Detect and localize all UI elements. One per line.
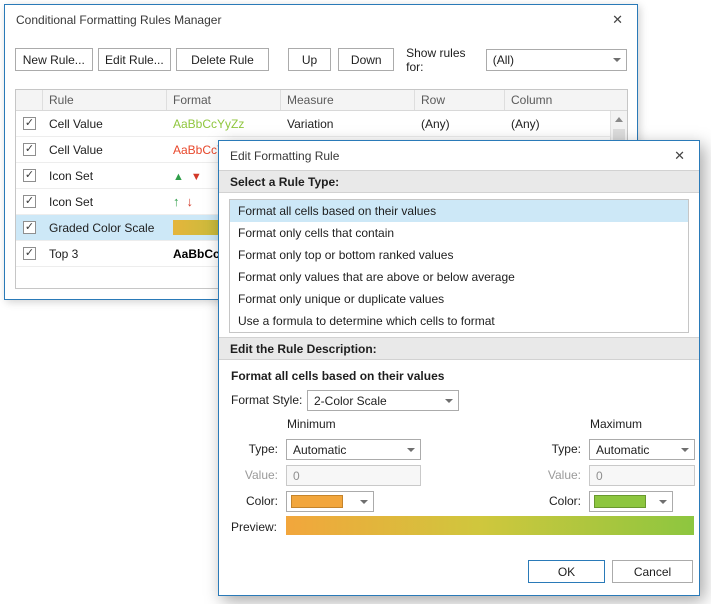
rule-name-cell: Graded Color Scale — [49, 220, 155, 235]
maximum-type-value: Automatic — [596, 442, 650, 457]
dropdown-arrow-icon — [360, 499, 368, 504]
edit-titlebar: Edit Formatting Rule ✕ — [219, 141, 699, 170]
edit-close-icon[interactable]: ✕ — [669, 147, 690, 165]
minimum-header: Minimum — [287, 417, 336, 431]
maximum-color-label: Color: — [548, 494, 581, 508]
rule-name-cell: Cell Value — [49, 142, 103, 157]
table-row[interactable]: ✓ Cell Value AaBbCcYyZz Variation (Any) … — [16, 111, 610, 137]
rule-enabled-checkbox[interactable]: ✓ — [23, 117, 36, 130]
rule-name-cell: Cell Value — [49, 116, 103, 131]
rule-name-cell: Top 3 — [49, 246, 79, 261]
maximum-color-swatch — [594, 495, 646, 508]
preview-gradient-bar — [286, 516, 694, 535]
rule-type-item[interactable]: Format only unique or duplicate values — [230, 288, 688, 310]
rule-description-section-header: Edit the Rule Description: — [219, 337, 699, 360]
manager-titlebar: Conditional Formatting Rules Manager ✕ — [5, 5, 637, 34]
minimum-value-label: Value: — [244, 468, 278, 482]
column-header-column[interactable]: Column — [505, 90, 627, 110]
move-down-button[interactable]: Down — [338, 48, 395, 71]
minimum-type-value: Automatic — [293, 442, 347, 457]
arrow-up-icon: ↑ — [173, 194, 180, 209]
checkmark-icon: ✓ — [24, 169, 35, 181]
format-style-dropdown[interactable]: 2-Color Scale — [307, 390, 459, 411]
move-up-button[interactable]: Up — [287, 48, 332, 71]
minimum-type-label: Type: — [248, 442, 278, 456]
format-preview-cell: AaBbCcYyZz — [173, 116, 245, 131]
rule-enabled-checkbox[interactable]: ✓ — [23, 247, 36, 260]
ok-button[interactable]: OK — [528, 560, 605, 583]
scroll-up-button[interactable] — [611, 111, 627, 128]
minimum-value-input: 0 — [286, 465, 421, 486]
preview-label: Preview: — [231, 520, 278, 534]
show-rules-for-value: (All) — [492, 52, 515, 67]
dropdown-arrow-icon — [445, 398, 453, 403]
rule-type-item[interactable]: Format only values that are above or bel… — [230, 266, 688, 288]
checkmark-icon: ✓ — [24, 221, 35, 233]
rule-name-cell: Icon Set — [49, 168, 94, 183]
column-header-format[interactable]: Format — [167, 90, 281, 110]
column-cell: (Any) — [511, 116, 540, 131]
arrow-down-icon: ↓ — [186, 194, 194, 209]
screen: Conditional Formatting Rules Manager ✕ N… — [0, 0, 711, 604]
minimum-type-dropdown[interactable]: Automatic — [286, 439, 421, 460]
maximum-type-dropdown[interactable]: Automatic — [589, 439, 695, 460]
triangle-down-icon: ▼ — [190, 170, 202, 183]
edit-formatting-rule-dialog: Edit Formatting Rule ✕ Select a Rule Typ… — [218, 140, 700, 596]
checkmark-icon: ✓ — [24, 143, 35, 155]
triangle-up-icon: ▲ — [173, 170, 184, 183]
cancel-button[interactable]: Cancel — [612, 560, 693, 583]
scroll-up-icon — [615, 117, 623, 122]
minimum-color-label: Color: — [245, 494, 278, 508]
format-style-label: Format Style: — [231, 393, 303, 407]
format-style-value: 2-Color Scale — [314, 393, 387, 408]
rule-enabled-checkbox[interactable]: ✓ — [23, 195, 36, 208]
manager-toolbar: New Rule... Edit Rule... Delete Rule Up … — [15, 45, 627, 74]
maximum-color-dropdown[interactable] — [589, 491, 673, 512]
minimum-color-dropdown[interactable] — [286, 491, 374, 512]
rule-type-item[interactable]: Format all cells based on their values — [230, 200, 688, 222]
minimum-color-swatch — [291, 495, 343, 508]
rule-type-section-header: Select a Rule Type: — [219, 170, 699, 193]
dropdown-arrow-icon — [659, 499, 667, 504]
edit-rule-button[interactable]: Edit Rule... — [97, 48, 172, 71]
new-rule-button[interactable]: New Rule... — [15, 48, 93, 71]
checkmark-icon: ✓ — [24, 247, 35, 259]
rule-description-title: Format all cells based on their values — [231, 369, 445, 383]
column-header-rule[interactable]: Rule — [43, 90, 167, 110]
dropdown-arrow-icon — [407, 447, 415, 452]
maximum-type-label: Type: — [551, 442, 581, 456]
rules-table-header: Rule Format Measure Row Column — [16, 90, 627, 111]
column-header-row[interactable]: Row — [415, 90, 505, 110]
row-cell: (Any) — [421, 116, 450, 131]
column-header-checkbox — [16, 90, 43, 110]
manager-title: Conditional Formatting Rules Manager — [16, 12, 222, 27]
column-header-measure[interactable]: Measure — [281, 90, 415, 110]
dropdown-arrow-icon — [681, 447, 689, 452]
show-rules-for-label: Show rules for: — [406, 45, 466, 74]
checkmark-icon: ✓ — [24, 195, 35, 207]
dropdown-arrow-icon — [613, 57, 621, 62]
rule-type-listbox: Format all cells based on their values F… — [229, 199, 689, 333]
delete-rule-button[interactable]: Delete Rule — [176, 48, 269, 71]
manager-close-icon[interactable]: ✕ — [607, 11, 628, 29]
rule-type-item[interactable]: Format only cells that contain — [230, 222, 688, 244]
rule-type-item[interactable]: Format only top or bottom ranked values — [230, 244, 688, 266]
rule-name-cell: Icon Set — [49, 194, 94, 209]
rule-enabled-checkbox[interactable]: ✓ — [23, 169, 36, 182]
checkmark-icon: ✓ — [24, 117, 35, 129]
measure-cell: Variation — [287, 116, 334, 131]
edit-title: Edit Formatting Rule — [230, 148, 340, 163]
rule-type-item[interactable]: Use a formula to determine which cells t… — [230, 310, 688, 332]
rule-enabled-checkbox[interactable]: ✓ — [23, 221, 36, 234]
show-rules-for-dropdown[interactable]: (All) — [485, 48, 627, 71]
rule-enabled-checkbox[interactable]: ✓ — [23, 143, 36, 156]
maximum-header: Maximum — [590, 417, 643, 431]
maximum-value-label: Value: — [547, 468, 581, 482]
maximum-value-input: 0 — [589, 465, 695, 486]
